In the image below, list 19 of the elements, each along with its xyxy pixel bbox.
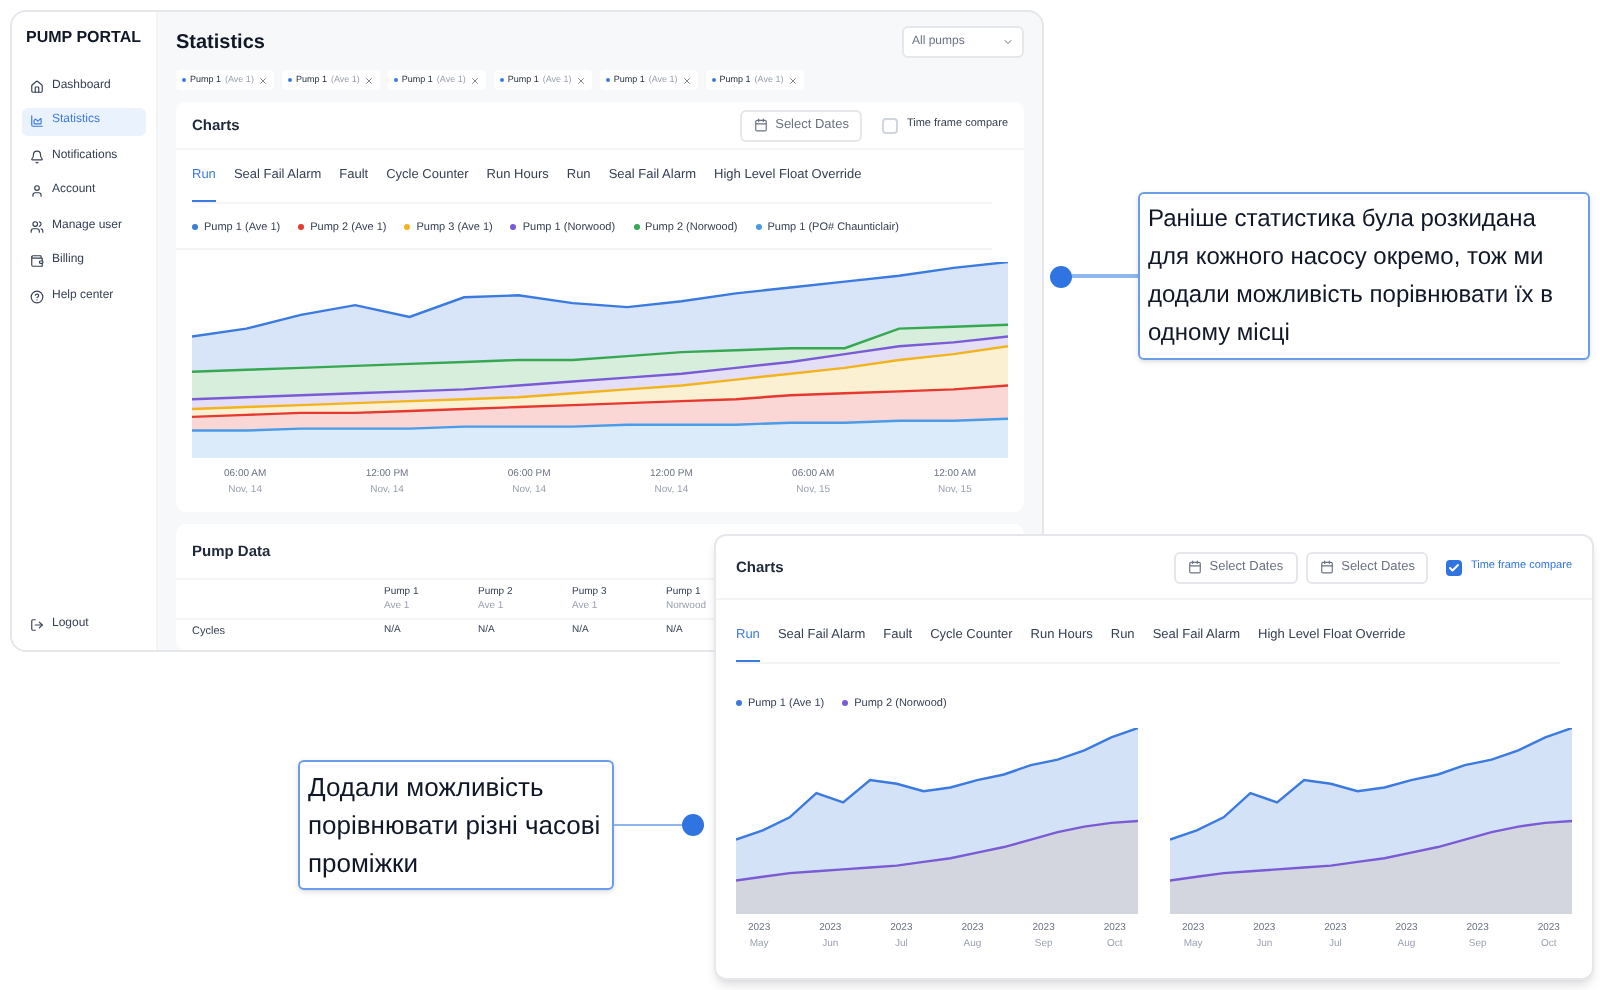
checkbox[interactable] (1446, 559, 1463, 575)
calendar-icon (753, 118, 768, 132)
page-title: Statistics (176, 29, 265, 57)
help-icon (30, 289, 44, 304)
leader-line (1072, 274, 1138, 278)
home-icon (30, 79, 44, 94)
bell-icon (30, 149, 44, 164)
users-icon (30, 219, 44, 234)
chart-icon (30, 114, 44, 129)
leader-line (614, 823, 682, 827)
logout-icon (30, 618, 44, 632)
callout-text: Раніше статистика була розкидана для кожного насосу окремо, тож ми додали можливість порівнювати їх в одному місці (1148, 202, 1556, 350)
callout-text: Додали можливість порівнювати різні часові проміжки (308, 770, 603, 882)
calendar-icon (1187, 560, 1202, 574)
chevron-down-icon (1002, 36, 1014, 48)
user-icon (30, 184, 44, 199)
wallet-icon (30, 254, 44, 269)
logo: PUMP PORTAL (24, 28, 143, 48)
calendar-icon (1319, 560, 1334, 574)
